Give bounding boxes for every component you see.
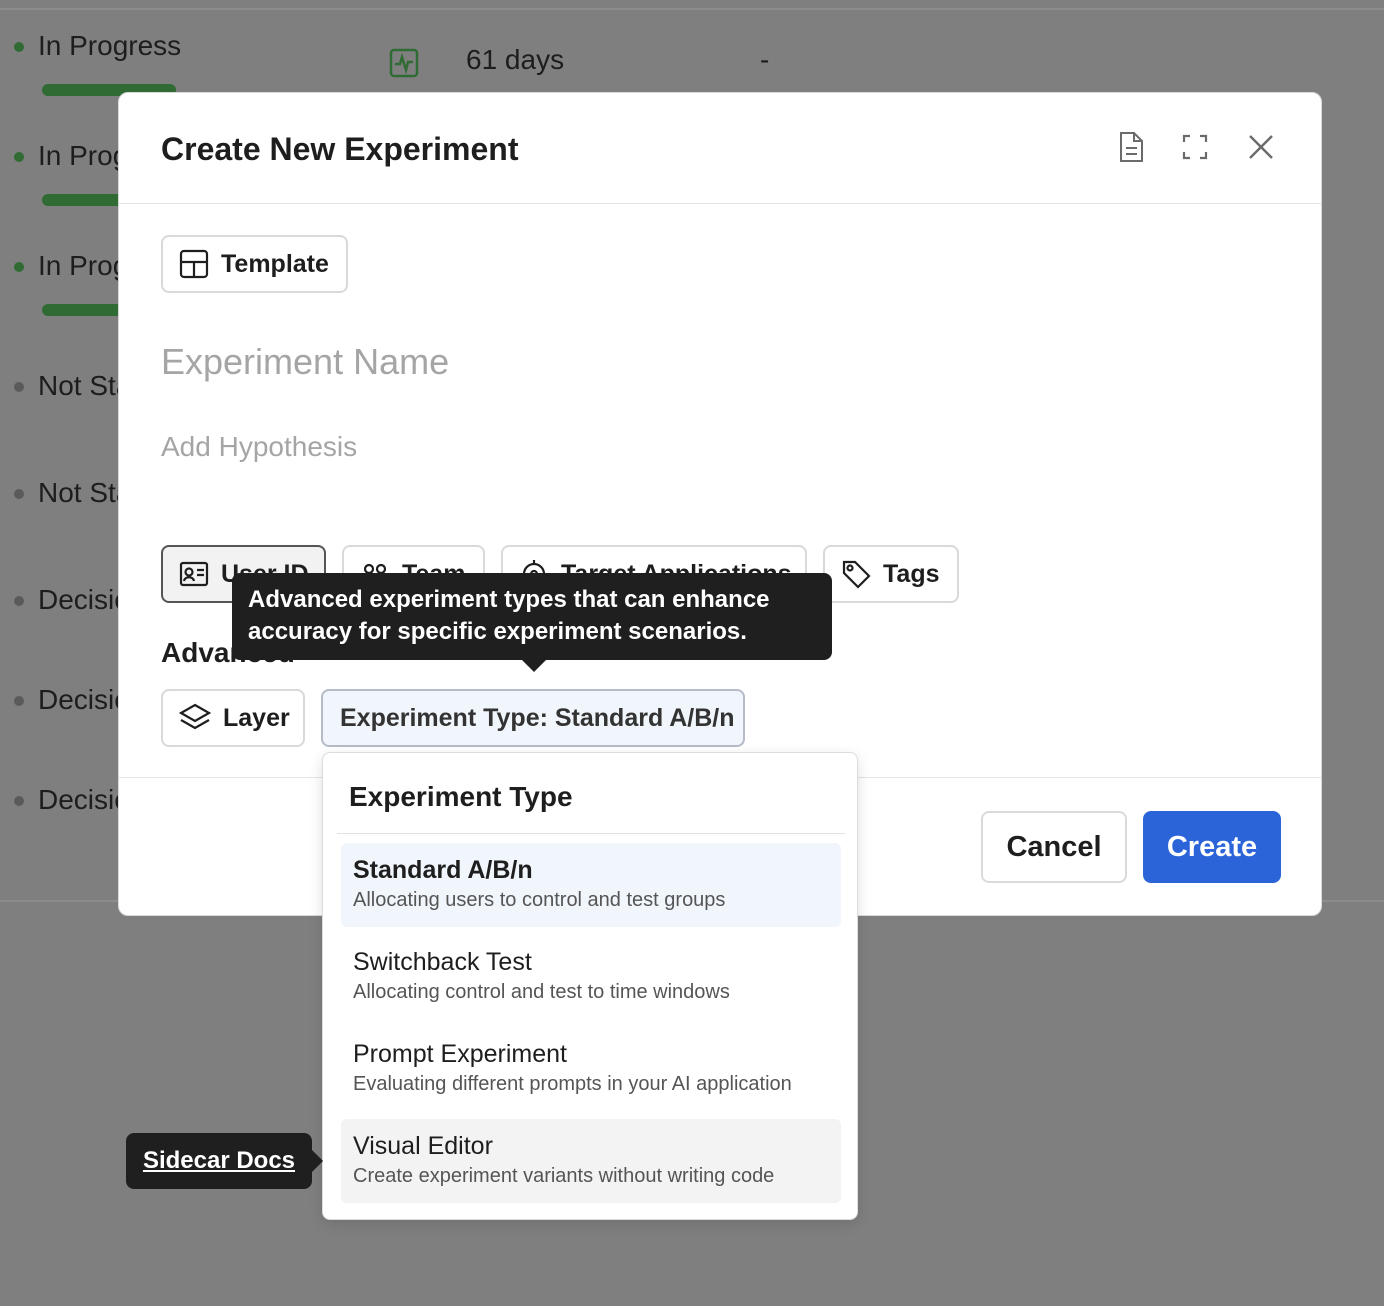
experiment-name-input[interactable] bbox=[161, 341, 861, 383]
dropdown-title: Experiment Type bbox=[349, 781, 573, 812]
sidecar-docs-link[interactable]: Sidecar Docs bbox=[126, 1133, 323, 1189]
option-switchback-test[interactable]: Switchback Test Allocating control and t… bbox=[341, 935, 841, 1019]
tag-icon bbox=[842, 560, 871, 589]
tags-label: Tags bbox=[883, 559, 940, 588]
status-label: In Progress bbox=[38, 30, 182, 61]
activity-chart-icon bbox=[389, 48, 419, 78]
status-dot bbox=[14, 42, 24, 52]
id-card-icon bbox=[179, 561, 209, 587]
option-description: Allocating users to control and test gro… bbox=[353, 889, 726, 911]
experiment-type-dropdown: Experiment Type Standard A/B/n Allocatin… bbox=[322, 752, 858, 1220]
option-description: Create experiment variants without writi… bbox=[353, 1165, 775, 1187]
status-dot bbox=[14, 596, 24, 606]
tags-chip[interactable]: Tags bbox=[823, 545, 959, 603]
status-dot bbox=[14, 696, 24, 706]
option-description: Allocating control and test to time wind… bbox=[353, 981, 730, 1003]
hypothesis-input[interactable] bbox=[161, 431, 861, 463]
option-title: Standard A/B/n bbox=[353, 856, 533, 884]
document-icon[interactable] bbox=[1115, 131, 1147, 163]
option-title: Prompt Experiment bbox=[353, 1040, 567, 1068]
status-dot bbox=[14, 382, 24, 392]
divider bbox=[0, 8, 1384, 10]
template-button-label: Template bbox=[221, 249, 329, 278]
layers-icon bbox=[179, 703, 211, 730]
template-button[interactable]: Template bbox=[161, 235, 348, 293]
expand-icon[interactable] bbox=[1179, 131, 1211, 163]
cancel-button[interactable]: Cancel bbox=[981, 811, 1127, 883]
layer-button-label: Layer bbox=[223, 703, 290, 732]
status-dot bbox=[14, 262, 24, 272]
status-dot bbox=[14, 796, 24, 806]
modal-header: Create New Experiment bbox=[119, 93, 1321, 204]
experiment-type-tooltip: Advanced experiment types that can enhan… bbox=[232, 573, 832, 672]
empty-value: - bbox=[760, 44, 770, 75]
duration-text: 61 days bbox=[466, 44, 565, 75]
sidecar-docs-label: Sidecar Docs bbox=[142, 1147, 296, 1174]
option-visual-editor[interactable]: Visual Editor Create experiment variants… bbox=[341, 1119, 841, 1203]
status-dot bbox=[14, 489, 24, 499]
layer-button[interactable]: Layer bbox=[161, 689, 305, 747]
option-prompt-experiment[interactable]: Prompt Experiment Evaluating different p… bbox=[341, 1027, 841, 1111]
dropdown-divider bbox=[337, 833, 845, 834]
option-standard-ab[interactable]: Standard A/B/n Allocating users to contr… bbox=[341, 843, 841, 927]
create-button[interactable]: Create bbox=[1143, 811, 1281, 883]
status-dot bbox=[14, 152, 24, 162]
layout-icon bbox=[179, 249, 209, 279]
close-icon[interactable] bbox=[1245, 131, 1277, 163]
option-description: Evaluating different prompts in your AI … bbox=[353, 1073, 792, 1095]
experiment-type-select[interactable]: Experiment Type: Standard A/B/n bbox=[321, 689, 745, 747]
option-title: Visual Editor bbox=[353, 1132, 493, 1160]
option-title: Switchback Test bbox=[353, 948, 532, 976]
modal-title: Create New Experiment bbox=[161, 131, 519, 167]
